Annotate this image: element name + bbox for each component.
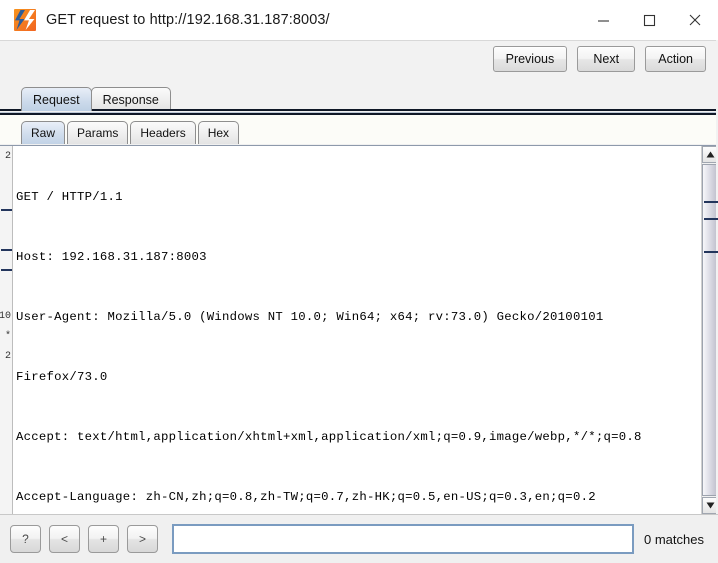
title-bar: GET request to http://192.168.31.187:800… — [0, 0, 718, 40]
action-toolbar: Previous Next Action — [0, 40, 718, 81]
tab-raw[interactable]: Raw — [21, 121, 66, 144]
scrollbar-marker — [704, 251, 718, 253]
search-next-button[interactable]: > — [127, 525, 158, 553]
previous-button[interactable]: Previous — [492, 46, 568, 72]
request-line: Host: 192.168.31.187:8003 — [16, 250, 207, 264]
request-raw-text[interactable]: GET / HTTP/1.1 Host: 192.168.31.187:8003… — [13, 146, 701, 514]
gutter-markers — [0, 146, 12, 514]
scrollbar-marker — [704, 218, 718, 220]
request-line: GET / HTTP/1.1 — [16, 190, 123, 204]
tab-hex[interactable]: Hex — [197, 121, 240, 144]
close-button[interactable] — [672, 0, 718, 40]
tab-request[interactable]: Request — [21, 87, 92, 111]
minimize-button[interactable] — [580, 0, 626, 40]
view-tab-bar: Raw Params Headers Hex — [0, 115, 718, 144]
line-number-gutter: 2 10 * 2 — [0, 146, 13, 514]
maximize-button[interactable] — [626, 0, 672, 40]
window-controls — [580, 0, 718, 40]
scroll-down-arrow-icon — [706, 502, 715, 509]
window-title: GET request to http://192.168.31.187:800… — [46, 12, 330, 28]
request-line: Accept: text/html,application/xhtml+xml,… — [16, 430, 642, 444]
maximize-icon — [643, 14, 655, 26]
request-line: User-Agent: Mozilla/5.0 (Windows NT 10.0… — [16, 310, 604, 324]
request-line: Accept-Language: zh-CN,zh;q=0.8,zh-TW;q=… — [16, 490, 596, 504]
request-editor: 2 10 * 2 GET / HTTP/1.1 Host: 192.168.31… — [0, 145, 718, 514]
minimize-icon — [597, 19, 609, 22]
tab-headers[interactable]: Headers — [130, 121, 196, 144]
tab-response[interactable]: Response — [90, 87, 171, 111]
burp-suite-icon — [14, 9, 36, 31]
scrollbar-marker — [704, 201, 718, 203]
tab-params[interactable]: Params — [67, 121, 129, 144]
toolbar-button-group: Previous Next Action — [492, 46, 706, 72]
request-line: Firefox/73.0 — [16, 370, 108, 384]
search-add-button[interactable]: + — [88, 525, 119, 553]
search-help-button[interactable]: ? — [10, 525, 41, 553]
search-input[interactable] — [172, 524, 635, 554]
burp-request-viewer-window: GET request to http://192.168.31.187:800… — [0, 0, 718, 563]
search-toolbar: ? < + > 0 matches — [0, 514, 718, 563]
search-previous-button[interactable]: < — [49, 525, 80, 553]
close-icon — [689, 14, 701, 26]
message-tab-bar: Request Response — [0, 81, 718, 111]
scroll-up-arrow-icon — [706, 151, 715, 158]
action-button[interactable]: Action — [645, 46, 706, 72]
next-button[interactable]: Next — [577, 46, 636, 72]
match-count-label: 0 matches — [644, 531, 704, 547]
tabstrip-divider-top — [0, 109, 718, 111]
